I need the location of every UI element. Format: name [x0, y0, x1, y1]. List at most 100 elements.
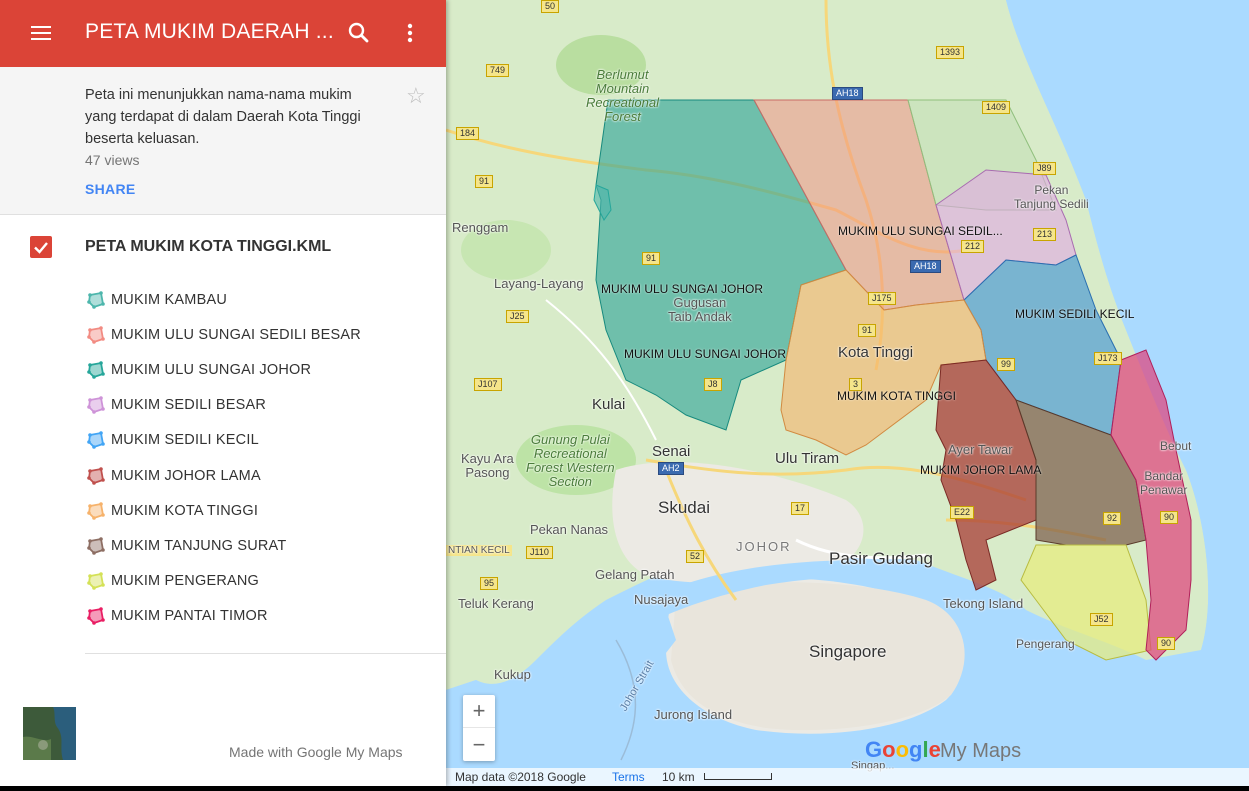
- map-canvas[interactable]: Berlumut Mountain Recreational Forest Re…: [446, 0, 1249, 786]
- search-icon: [348, 22, 369, 43]
- polygon-icon: [87, 396, 105, 414]
- polygon-icon: [87, 537, 105, 555]
- place-pekan-tanjung-sedili: Pekan Tanjung Sedili: [1014, 183, 1089, 211]
- layer-item-label: MUKIM SEDILI BESAR: [111, 397, 267, 414]
- menu-icon-bar: [31, 38, 51, 40]
- road-shield: 90: [1160, 511, 1179, 524]
- mukim-label-ulu-sungai-johor: MUKIM ULU SUNGAI JOHOR: [601, 282, 764, 296]
- layer-list: MUKIM KAMBAU MUKIM ULU SUNGAI SEDILI BESA…: [86, 282, 361, 634]
- layer-item-label: MUKIM TANJUNG SURAT: [111, 537, 287, 554]
- checkmark-icon: [34, 242, 48, 254]
- road-shield: J89: [1033, 162, 1056, 175]
- road-shield: J110: [526, 546, 553, 559]
- road-shield: 50: [541, 0, 560, 13]
- view-count: 47 views: [85, 152, 140, 168]
- layer-item[interactable]: MUKIM SEDILI KECIL: [86, 423, 361, 458]
- road-shield: AH18: [832, 87, 863, 100]
- place-bebut: Bebut: [1160, 439, 1192, 453]
- layer-item-label: MUKIM SEDILI KECIL: [111, 432, 259, 449]
- place-kukup: Kukup: [494, 667, 531, 682]
- attribution-bar: Map data ©2018 Google Terms 10 km: [446, 768, 1249, 786]
- place-gelang-patah: Gelang Patah: [595, 567, 675, 582]
- road-shield: J175: [868, 292, 896, 305]
- road-shield: AH2: [658, 462, 684, 475]
- place-renggam: Renggam: [452, 220, 509, 235]
- map-data-attribution: Map data ©2018 Google: [455, 770, 586, 784]
- map-thumbnail[interactable]: [23, 707, 76, 760]
- road-shield: AH18: [910, 260, 941, 273]
- more-vert-icon: [407, 23, 413, 43]
- place-johor: JOHOR: [736, 539, 792, 554]
- more-options-button[interactable]: [398, 19, 422, 47]
- road-shield: 91: [642, 252, 661, 265]
- polygon-icon: [87, 607, 105, 626]
- road-shield: 90: [1157, 637, 1176, 650]
- polygon-icon: [87, 431, 105, 450]
- place-kota-tinggi: Kota Tinggi: [838, 344, 914, 361]
- mukim-label-ulu-sungai-johor-2: MUKIM ULU SUNGAI JOHOR: [624, 347, 787, 361]
- road-shield: 1393: [936, 46, 965, 59]
- road-shield: 91: [475, 175, 494, 188]
- zoom-control: + −: [463, 695, 495, 761]
- layer-item[interactable]: MUKIM PANTAI TIMOR: [86, 599, 361, 634]
- layer-item[interactable]: MUKIM ULU SUNGAI JOHOR: [86, 352, 361, 387]
- road-shield: J25: [506, 310, 529, 323]
- map-description: Peta ini menunjukkan nama-nama mukim yan…: [85, 87, 361, 147]
- map-title: PETA MUKIM DAERAH ...: [85, 20, 334, 43]
- layer-item-label: MUKIM PANTAI TIMOR: [111, 608, 268, 625]
- layer-checkbox[interactable]: [30, 236, 52, 258]
- road-shield: 212: [961, 240, 985, 253]
- polygon-icon: [87, 466, 105, 485]
- layer-item-label: MUKIM KAMBAU: [111, 291, 227, 308]
- place-ayer-tawar: Ayer Tawar: [948, 442, 1013, 457]
- layer-item[interactable]: MUKIM TANJUNG SURAT: [86, 528, 361, 563]
- polygon-icon: [87, 361, 105, 379]
- scale-bar: [704, 773, 772, 780]
- terms-link[interactable]: Terms: [612, 770, 645, 784]
- bottom-bar: [0, 786, 1249, 791]
- divider: [85, 653, 446, 654]
- layer-item-label: MUKIM KOTA TINGGI: [111, 502, 259, 519]
- zoom-out-button[interactable]: −: [463, 728, 495, 761]
- layer-item-label: MUKIM ULU SUNGAI SEDILI BESAR: [111, 326, 361, 343]
- menu-icon-bar: [31, 32, 51, 34]
- layer-item[interactable]: MUKIM PENGERANG: [86, 564, 361, 599]
- share-button[interactable]: SHARE: [85, 181, 136, 197]
- search-button[interactable]: [345, 19, 373, 47]
- road-shield: J8: [704, 378, 722, 391]
- place-pasir-gudang: Pasir Gudang: [829, 549, 933, 568]
- place-bandar-penawar: Bandar Penawar: [1140, 469, 1188, 497]
- place-layang-layang: Layang-Layang: [494, 276, 584, 291]
- road-shield: 99: [997, 358, 1016, 371]
- my-maps-logo: My Maps: [940, 740, 1022, 762]
- road-shield: 1409: [982, 101, 1011, 114]
- polygon-icon: [87, 501, 105, 520]
- polygon-icon: [87, 325, 105, 344]
- layer-item[interactable]: MUKIM KOTA TINGGI: [86, 493, 361, 528]
- place-skudai: Skudai: [658, 498, 710, 517]
- road-shield: J107: [474, 378, 502, 391]
- place-berlumut: Berlumut Mountain Recreational Forest: [586, 67, 659, 124]
- mukim-label-ulu-sungai-sedili: MUKIM ULU SUNGAI SEDIL...: [838, 224, 1003, 238]
- place-senai: Senai: [652, 443, 691, 460]
- road-shield: E22: [950, 506, 975, 519]
- mukim-label-kota-tinggi: MUKIM KOTA TINGGI: [837, 389, 956, 403]
- polygon-icon: [87, 572, 105, 590]
- place-pekan-nanas: Pekan Nanas: [530, 522, 609, 537]
- star-icon[interactable]: ☆: [406, 83, 426, 109]
- road-shield: 749: [486, 64, 510, 77]
- layer-item[interactable]: MUKIM SEDILI BESAR: [86, 388, 361, 423]
- menu-button[interactable]: [18, 20, 62, 48]
- layer-item[interactable]: MUKIM ULU SUNGAI SEDILI BESAR: [86, 317, 361, 352]
- zoom-in-button[interactable]: +: [463, 695, 495, 728]
- road-shield: J173: [1094, 352, 1122, 365]
- place-teluk-kerang: Teluk Kerang: [458, 596, 534, 611]
- layer-item[interactable]: MUKIM KAMBAU: [86, 282, 361, 317]
- place-singapore: Singapore: [809, 642, 887, 661]
- place-kulai: Kulai: [592, 396, 626, 413]
- road-shield: 17: [791, 502, 810, 515]
- layer-item[interactable]: MUKIM JOHOR LAMA: [86, 458, 361, 493]
- menu-icon: [31, 26, 51, 28]
- place-kayu-ara: Kayu Ara Pasong: [461, 451, 514, 480]
- sidebar: PETA MUKIM DAERAH ... Peta ini menunjukk…: [0, 0, 446, 786]
